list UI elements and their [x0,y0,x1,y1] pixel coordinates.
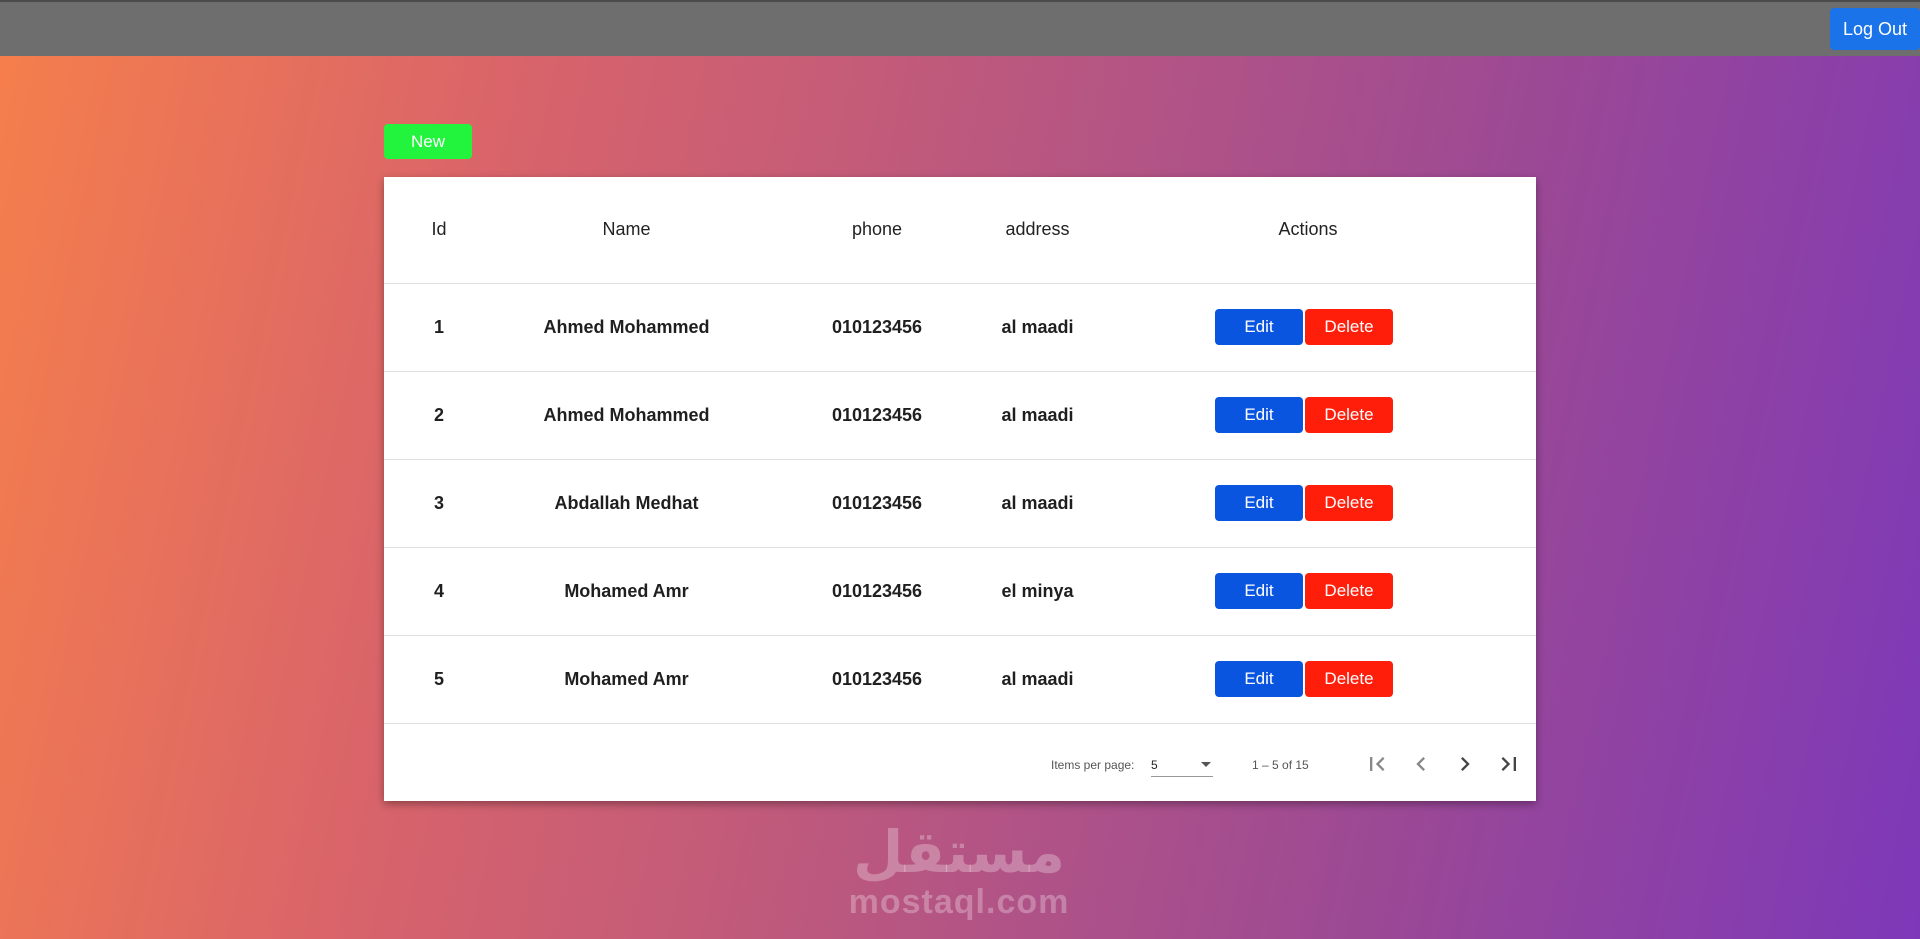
cell-id: 3 [433,492,444,513]
cell-phone: 010123456 [831,668,923,689]
next-page-icon[interactable] [1451,750,1479,778]
cell-address: al maadi [1001,492,1074,513]
cell-name: Ahmed Mohammed [543,404,710,425]
edit-button[interactable]: Edit [1215,573,1303,609]
table-header-row: Id Name phone address Actions [384,177,1536,283]
edit-button[interactable]: Edit [1215,309,1303,345]
cell-address: el minya [1001,580,1074,601]
cell-phone: 010123456 [831,492,923,513]
cell-actions: Edit Delete [1080,635,1536,723]
cell-phone: 010123456 [831,316,923,337]
top-bar: Log Out [0,0,1920,56]
first-page-icon[interactable] [1363,750,1391,778]
previous-page-icon[interactable] [1407,750,1435,778]
delete-button[interactable]: Delete [1305,573,1393,609]
items-per-page-select[interactable]: 5 [1151,751,1213,777]
cell-actions: Edit Delete [1080,547,1536,635]
delete-button[interactable]: Delete [1305,485,1393,521]
cell-address: al maadi [1001,404,1074,425]
paginator: Items per page: 5 1 – 5 of 15 [384,723,1536,801]
cell-id: 2 [433,404,444,425]
watermark-arabic: مستقل [852,818,1066,886]
dropdown-arrow-icon [1201,762,1211,767]
delete-button[interactable]: Delete [1305,661,1393,698]
cell-actions: Edit Delete [1080,371,1536,459]
table-row: 1 Ahmed Mohammed 010123456 al maadi Edit… [384,283,1536,371]
last-page-icon[interactable] [1495,750,1523,778]
new-button[interactable]: New [384,124,472,159]
cell-name: Ahmed Mohammed [543,316,710,337]
delete-button[interactable]: Delete [1305,397,1393,433]
column-header-address: address [1005,219,1070,240]
logout-button[interactable]: Log Out [1830,8,1920,50]
users-table-card: Id Name phone address Actions 1 Ahmed Mo… [384,177,1536,801]
edit-button[interactable]: Edit [1215,661,1303,698]
cell-actions: Edit Delete [1080,283,1536,371]
cell-name: Mohamed Amr [564,580,689,601]
watermark: مستقل mostaql.com [843,820,1075,920]
cell-id: 5 [433,668,444,689]
edit-button[interactable]: Edit [1215,485,1303,521]
column-header-name: Name [602,219,651,240]
items-per-page-value: 5 [1151,758,1158,772]
cell-address: al maadi [1001,316,1074,337]
table-row: 5 Mohamed Amr 010123456 al maadi Edit Del… [384,635,1536,723]
table-row: 2 Ahmed Mohammed 010123456 al maadi Edit… [384,371,1536,459]
page-range-label: 1 – 5 of 15 [1252,758,1309,772]
cell-address: al maadi [1001,668,1074,689]
column-header-actions: Actions [1278,219,1338,240]
items-per-page-label: Items per page: [1051,758,1135,772]
column-header-id: Id [431,219,447,240]
delete-button[interactable]: Delete [1305,309,1393,345]
cell-name: Mohamed Amr [564,668,689,689]
users-table: Id Name phone address Actions 1 Ahmed Mo… [384,177,1536,723]
cell-id: 1 [433,316,444,337]
cell-phone: 010123456 [831,404,923,425]
cell-actions: Edit Delete [1080,459,1536,547]
column-header-phone: phone [851,219,903,240]
table-row: 3 Abdallah Medhat 010123456 al maadi Edi… [384,459,1536,547]
cell-id: 4 [433,580,444,601]
edit-button[interactable]: Edit [1215,397,1303,433]
cell-name: Abdallah Medhat [554,492,699,513]
table-row: 4 Mohamed Amr 010123456 el minya Edit Del… [384,547,1536,635]
cell-phone: 010123456 [831,580,923,601]
watermark-latin: mostaql.com [848,883,1070,921]
